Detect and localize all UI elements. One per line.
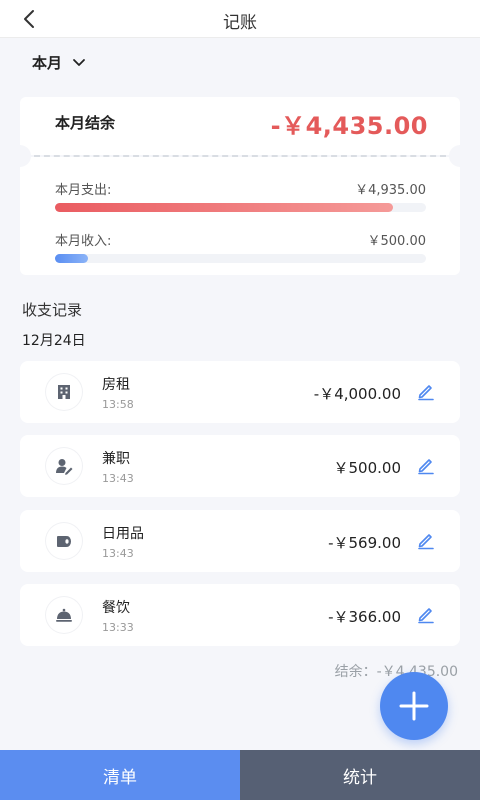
record-name: 兼职 (102, 451, 130, 467)
record-time: 13:43 (102, 472, 134, 485)
card-notch-right (449, 145, 471, 167)
page-title: 记账 (223, 13, 257, 33)
card-divider (34, 155, 446, 157)
bottom-tab-bar: 清单 统计 (0, 750, 480, 800)
worker-icon (56, 459, 73, 475)
edit-pencil-icon[interactable] (416, 381, 436, 401)
edit-pencil-icon[interactable] (416, 604, 436, 624)
records-section-title: 收支记录 (22, 301, 83, 319)
edit-pencil-icon[interactable] (416, 455, 436, 475)
record-item[interactable]: 日用品 13:43 -￥569.00 (20, 510, 460, 572)
record-item[interactable]: 房租 13:58 -￥4,000.00 (20, 361, 460, 423)
chevron-down-icon (73, 59, 85, 66)
record-icon-wrap (46, 523, 82, 559)
expense-progress-bar (55, 203, 426, 212)
income-progress-bar (55, 254, 426, 263)
period-label: 本月 (32, 53, 63, 72)
records-date: 12月24日 (22, 333, 86, 349)
record-time: 13:33 (102, 621, 134, 634)
record-name: 餐饮 (102, 600, 130, 616)
record-item[interactable]: 餐饮 13:33 -￥366.00 (20, 584, 460, 646)
income-progress-fill (55, 254, 89, 263)
record-amount: -￥569.00 (328, 534, 401, 552)
record-amount: -￥366.00 (328, 608, 401, 626)
tissue-roll-icon (57, 536, 71, 547)
record-icon-wrap (46, 374, 82, 410)
record-icon-wrap (46, 448, 82, 484)
record-name: 房租 (102, 377, 130, 393)
record-name: 日用品 (102, 526, 144, 542)
record-item[interactable]: 兼职 13:43 ￥500.00 (20, 435, 460, 497)
period-selector[interactable]: 本月 (32, 51, 86, 73)
record-amount: -￥4,000.00 (313, 385, 401, 403)
tab-stats[interactable]: 统计 (240, 750, 480, 800)
expense-value: ￥4,935.00 (355, 183, 426, 198)
income-label: 本月收入: (55, 234, 112, 249)
record-amount: ￥500.00 (333, 459, 402, 477)
plus-icon (399, 691, 429, 721)
add-record-button[interactable] (380, 672, 448, 740)
record-time: 13:43 (102, 547, 134, 560)
edit-pencil-icon[interactable] (416, 530, 436, 550)
record-icon-wrap (46, 597, 82, 633)
balance-label: 本月结余 (55, 114, 116, 132)
card-notch-left (9, 145, 31, 167)
record-time: 13:58 (102, 398, 134, 411)
tab-list[interactable]: 清单 (0, 750, 240, 800)
expense-progress-fill (55, 203, 393, 212)
income-value: ￥500.00 (367, 234, 427, 249)
expense-label: 本月支出: (55, 183, 112, 198)
food-cloche-icon (56, 608, 72, 622)
building-icon (58, 385, 70, 399)
top-nav-bar: 记账 (0, 0, 480, 38)
balance-value: -￥4,435.00 (270, 112, 428, 140)
